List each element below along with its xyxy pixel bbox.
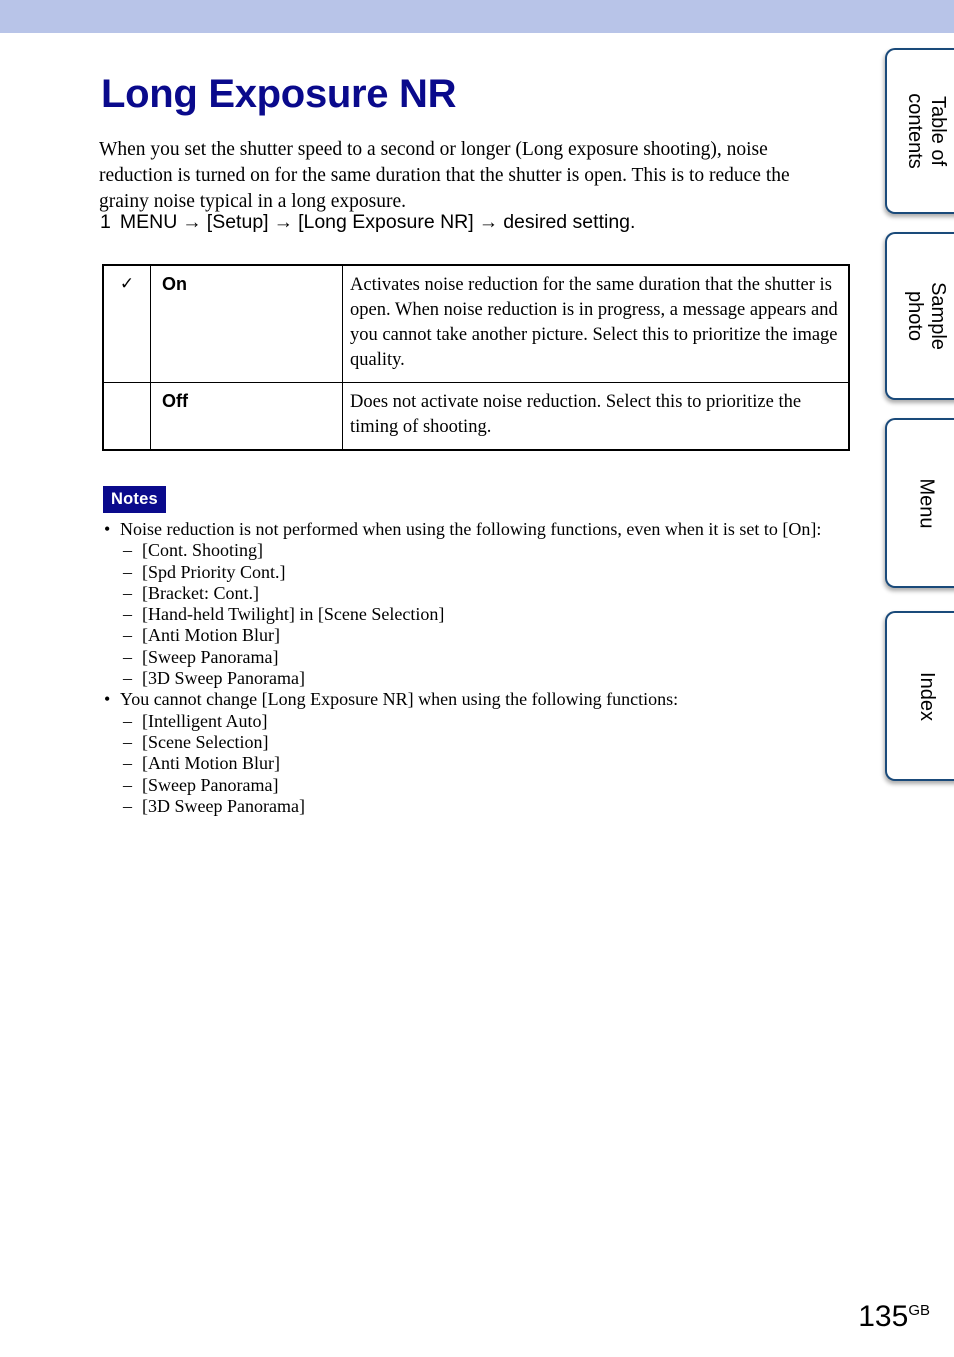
sidebar-item-menu[interactable]: Menu <box>885 418 954 588</box>
page-content: Long Exposure NR When you set the shutte… <box>0 33 930 1357</box>
notes-list: Noise reduction is not performed when us… <box>101 519 861 817</box>
note-sub-item: [Anti Motion Blur] <box>101 753 861 775</box>
note-sub-item: [Intelligent Auto] <box>101 711 861 733</box>
note-sub-item: [Anti Motion Blur] <box>101 625 861 647</box>
step-instruction: 1 MENU → [Setup] → [Long Exposure NR] → desired… <box>100 211 635 234</box>
note-sub-item: [3D Sweep Panorama] <box>101 668 861 690</box>
note-sub-item: [Spd Priority Cont.] <box>101 562 861 584</box>
tab-label: Table of contents <box>903 93 949 169</box>
note-sub-item: [Bracket: Cont.] <box>101 583 861 605</box>
note-sub-item: [Hand-held Twilight] in [Scene Selection… <box>101 604 861 626</box>
row-option-description: Does not activate noise reduction. Selec… <box>342 382 850 451</box>
intro-paragraph: When you set the shutter speed to a seco… <box>99 138 790 212</box>
sidebar-item-sample-photo[interactable]: Sample photo <box>885 232 954 400</box>
table-row: ✓ On Activates noise reduction for the s… <box>102 264 850 383</box>
row-option-label: On <box>150 264 343 383</box>
tab-label-wrapper: Table of contents <box>887 50 954 212</box>
row-option-label: Off <box>150 382 343 451</box>
tab-label-wrapper: Menu <box>887 420 954 586</box>
note-sub-item: [Scene Selection] <box>101 732 861 754</box>
step-setup-label: [Setup] <box>206 211 269 233</box>
tab-label: Menu <box>915 477 938 529</box>
arrow-right-icon-3: → <box>478 211 499 233</box>
table-row: Off Does not activate noise reduction. S… <box>102 382 850 451</box>
step-desired-setting-label: desired setting. <box>503 211 636 233</box>
note-bullet: You cannot change [Long Exposure NR] whe… <box>101 689 861 711</box>
sidebar-item-index[interactable]: Index <box>885 611 954 781</box>
step-menu-label: MENU <box>119 211 178 233</box>
sidebar-item-table-of-contents[interactable]: Table of contents <box>885 48 954 214</box>
arrow-right-icon-2: → <box>273 211 294 233</box>
checkmark-icon: ✓ <box>119 274 135 293</box>
row-default-marker-cell <box>102 382 151 451</box>
settings-table-body: ✓ On Activates noise reduction for the s… <box>102 264 850 451</box>
page-title: Long Exposure NR <box>101 71 457 116</box>
row-option-description: Activates noise reduction for the same d… <box>342 264 850 383</box>
tab-label: Index <box>915 671 938 721</box>
notes-badge: Notes <box>103 486 166 513</box>
tab-label-wrapper: Index <box>887 613 954 779</box>
page-number: 135GB <box>0 1300 930 1334</box>
note-bullet: Noise reduction is not performed when us… <box>101 519 861 541</box>
row-default-marker-cell: ✓ <box>102 264 151 383</box>
side-tab-bar: Table of contents Sample photo Menu Inde… <box>875 0 954 1357</box>
tab-label: Sample photo <box>904 282 949 350</box>
arrow-right-icon-1: → <box>182 211 202 233</box>
settings-table: ✓ On Activates noise reduction for the s… <box>102 264 850 451</box>
note-group: Noise reduction is not performed when us… <box>101 519 861 690</box>
note-sub-item: [Cont. Shooting] <box>101 540 861 562</box>
note-sub-item: [Sweep Panorama] <box>101 775 861 797</box>
tab-label-wrapper: Sample photo <box>887 234 954 398</box>
top-banner <box>0 0 954 33</box>
step-number: 1 <box>100 211 111 233</box>
note-sub-item: [3D Sweep Panorama] <box>101 796 861 818</box>
note-sub-item: [Sweep Panorama] <box>101 647 861 669</box>
step-long-exposure-nr-label: [Long Exposure NR] <box>298 211 474 233</box>
note-group: You cannot change [Long Exposure NR] whe… <box>101 689 861 817</box>
